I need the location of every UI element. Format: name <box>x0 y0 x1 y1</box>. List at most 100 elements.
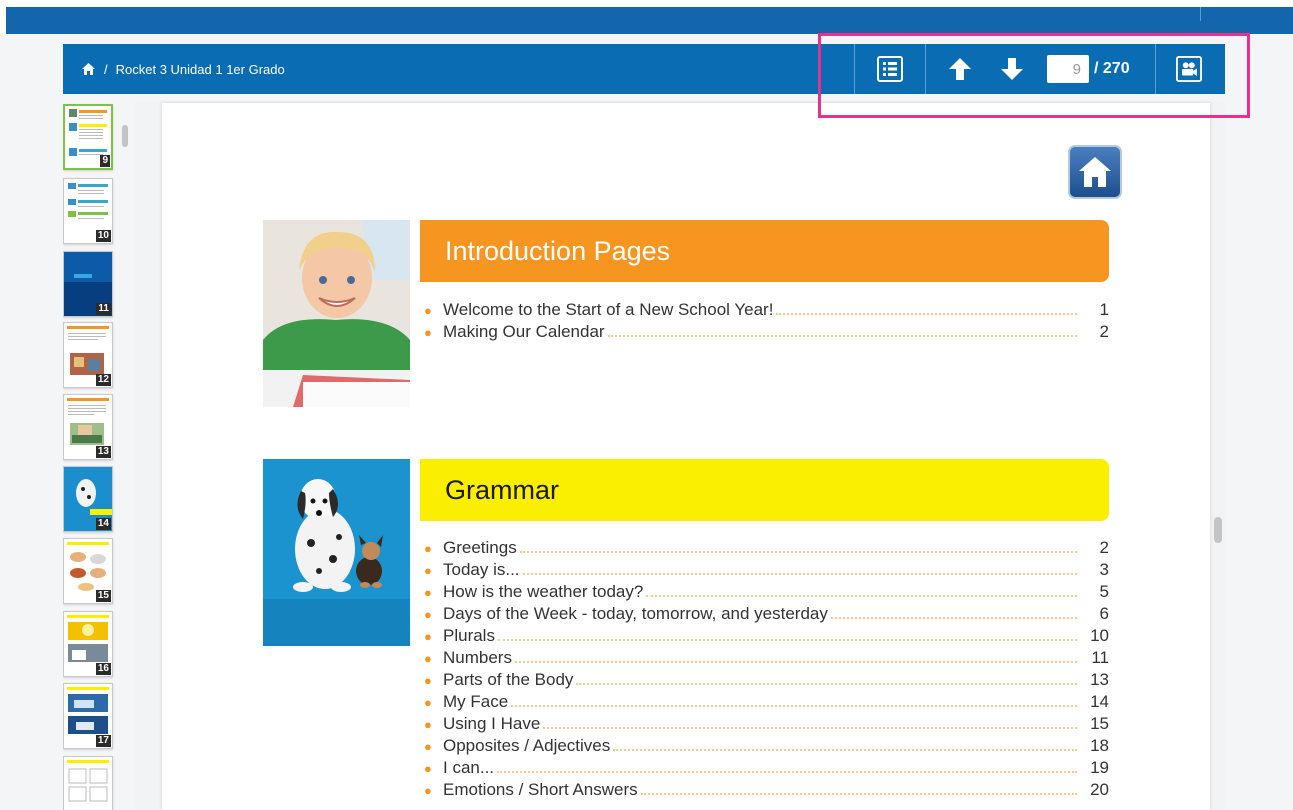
toc-item-title: I can... <box>443 758 495 777</box>
dogs-photo <box>263 459 410 646</box>
thumbnail-page[interactable]: 9 <box>63 104 113 170</box>
toc-item-page: 19 <box>1090 758 1109 777</box>
dot-leader <box>607 335 1077 337</box>
toc-item-page: 11 <box>1091 648 1109 667</box>
dot-leader <box>519 551 1077 553</box>
thumbnail-page[interactable]: 13 <box>63 394 113 460</box>
thumbnail-page[interactable]: 11 <box>63 251 113 317</box>
toc-item[interactable]: ● Parts of the Body 13 <box>424 669 1109 691</box>
bullet-icon: ● <box>424 562 432 578</box>
thumbnail-number: 15 <box>95 590 111 602</box>
bullet-icon: ● <box>424 716 432 732</box>
thumbnail-page[interactable]: 10 <box>63 178 113 244</box>
toc-item-page: 15 <box>1090 714 1109 733</box>
thumbnail-number: 11 <box>96 303 111 315</box>
toc-item[interactable]: ● Numbers 11 <box>424 647 1109 669</box>
dot-leader <box>776 313 1077 315</box>
toc-item-title: Greetings <box>443 538 517 557</box>
dot-leader <box>830 617 1077 619</box>
dot-leader <box>576 683 1077 685</box>
top-navigation-bar <box>6 7 1293 34</box>
dot-leader <box>613 749 1077 751</box>
reader-window: / Rocket 3 Unidad 1 1er Grado / 270 <box>0 0 1293 810</box>
boy-photo <box>263 220 410 407</box>
bullet-icon: ● <box>424 324 432 340</box>
thumbnail-page[interactable]: 17 <box>63 683 113 749</box>
home-icon[interactable] <box>82 63 95 75</box>
toc-item[interactable]: ● Greetings 2 <box>424 537 1109 559</box>
bullet-icon: ● <box>424 628 432 644</box>
bullet-icon: ● <box>424 694 432 710</box>
section-header-grammar: Grammar <box>420 459 1109 521</box>
thumbnail-number: 12 <box>95 374 111 386</box>
toc-item-title: Welcome to the Start of a New School Yea… <box>443 300 774 319</box>
toc-item[interactable]: ● Opposites / Adjectives 18 <box>424 735 1109 757</box>
thumbnail-page[interactable] <box>63 756 113 810</box>
bullet-icon: ● <box>424 606 432 622</box>
house-icon <box>1079 157 1111 187</box>
thumbnail-page[interactable]: 12 <box>63 322 113 388</box>
toc-item[interactable]: ● How is the weather today? 5 <box>424 581 1109 603</box>
toc-item-page: 20 <box>1090 780 1109 799</box>
dot-leader <box>543 727 1077 729</box>
toc-item-page: 14 <box>1090 692 1109 711</box>
dot-leader <box>497 639 1077 641</box>
toc-item-title: Plurals <box>443 626 495 645</box>
bullet-icon: ● <box>424 650 432 666</box>
toc-item[interactable]: ● My Face 14 <box>424 691 1109 713</box>
top-bar-divider <box>1200 7 1201 21</box>
dot-leader <box>514 661 1077 663</box>
thumbnail-scrollbar[interactable] <box>122 125 128 147</box>
toc-item-title: Emotions / Short Answers <box>443 780 638 799</box>
toc-item-page: 18 <box>1090 736 1109 755</box>
thumbnail-page[interactable]: 15 <box>63 538 113 604</box>
grammar-toc-list: ● Greetings 2 ● Today is... 3 ● How is t… <box>424 537 1109 801</box>
toc-item[interactable]: ● Welcome to the Start of a New School Y… <box>424 299 1109 321</box>
breadcrumb: / Rocket 3 Unidad 1 1er Grado <box>82 44 285 94</box>
page-home-button[interactable] <box>1068 145 1122 199</box>
dot-leader <box>511 705 1077 707</box>
dot-leader <box>522 573 1077 575</box>
document-viewport[interactable]: Introduction Pages ● Welcome to the Star… <box>135 101 1225 810</box>
bullet-icon: ● <box>424 584 432 600</box>
toc-item-title: Numbers <box>443 648 512 667</box>
toc-item-page: 2 <box>1099 538 1109 557</box>
thumbnail-sidebar[interactable]: 9 10 11 12 13 14 15 16 17 <box>63 101 143 810</box>
dot-leader <box>640 793 1077 795</box>
dot-leader <box>497 771 1077 773</box>
toc-item-title: Making Our Calendar <box>443 322 605 341</box>
thumbnail-preview <box>67 760 109 802</box>
document-scrollbar[interactable] <box>1214 517 1222 543</box>
toc-item-page: 13 <box>1090 670 1109 689</box>
thumbnail-page[interactable]: 16 <box>63 611 113 677</box>
toc-item-title: Using I Have <box>443 714 541 733</box>
thumbnail-number: 17 <box>95 735 111 747</box>
toc-item-title: How is the weather today? <box>443 582 644 601</box>
intro-toc-list: ● Welcome to the Start of a New School Y… <box>424 299 1109 343</box>
toc-item[interactable]: ● Using I Have 15 <box>424 713 1109 735</box>
book-title[interactable]: Rocket 3 Unidad 1 1er Grado <box>116 62 285 77</box>
toc-item-title: Opposites / Adjectives <box>443 736 611 755</box>
toc-item-page: 10 <box>1090 626 1109 645</box>
bullet-icon: ● <box>424 782 432 798</box>
toc-item-page: 2 <box>1099 322 1109 341</box>
bullet-icon: ● <box>424 540 432 556</box>
toc-item[interactable]: ● Emotions / Short Answers 20 <box>424 779 1109 801</box>
bullet-icon: ● <box>424 302 432 318</box>
bullet-icon: ● <box>424 672 432 688</box>
thumbnail-page[interactable]: 14 <box>63 466 113 532</box>
toc-item-title: My Face <box>443 692 509 711</box>
toc-item-title: Today is... <box>443 560 520 579</box>
toc-item[interactable]: ● Days of the Week - today, tomorrow, an… <box>424 603 1109 625</box>
document-page: Introduction Pages ● Welcome to the Star… <box>162 103 1210 810</box>
toc-item[interactable]: ● Plurals 10 <box>424 625 1109 647</box>
top-band <box>0 0 1293 34</box>
toc-item[interactable]: ● I can... 19 <box>424 757 1109 779</box>
annotation-highlight-box <box>818 33 1250 118</box>
toc-item-title: Parts of the Body <box>443 670 574 689</box>
thumbnail-number: 9 <box>100 155 110 167</box>
thumbnail-number: 13 <box>95 446 111 458</box>
toc-item-page: 3 <box>1099 560 1109 579</box>
toc-item[interactable]: ● Today is... 3 <box>424 559 1109 581</box>
toc-item[interactable]: ● Making Our Calendar 2 <box>424 321 1109 343</box>
